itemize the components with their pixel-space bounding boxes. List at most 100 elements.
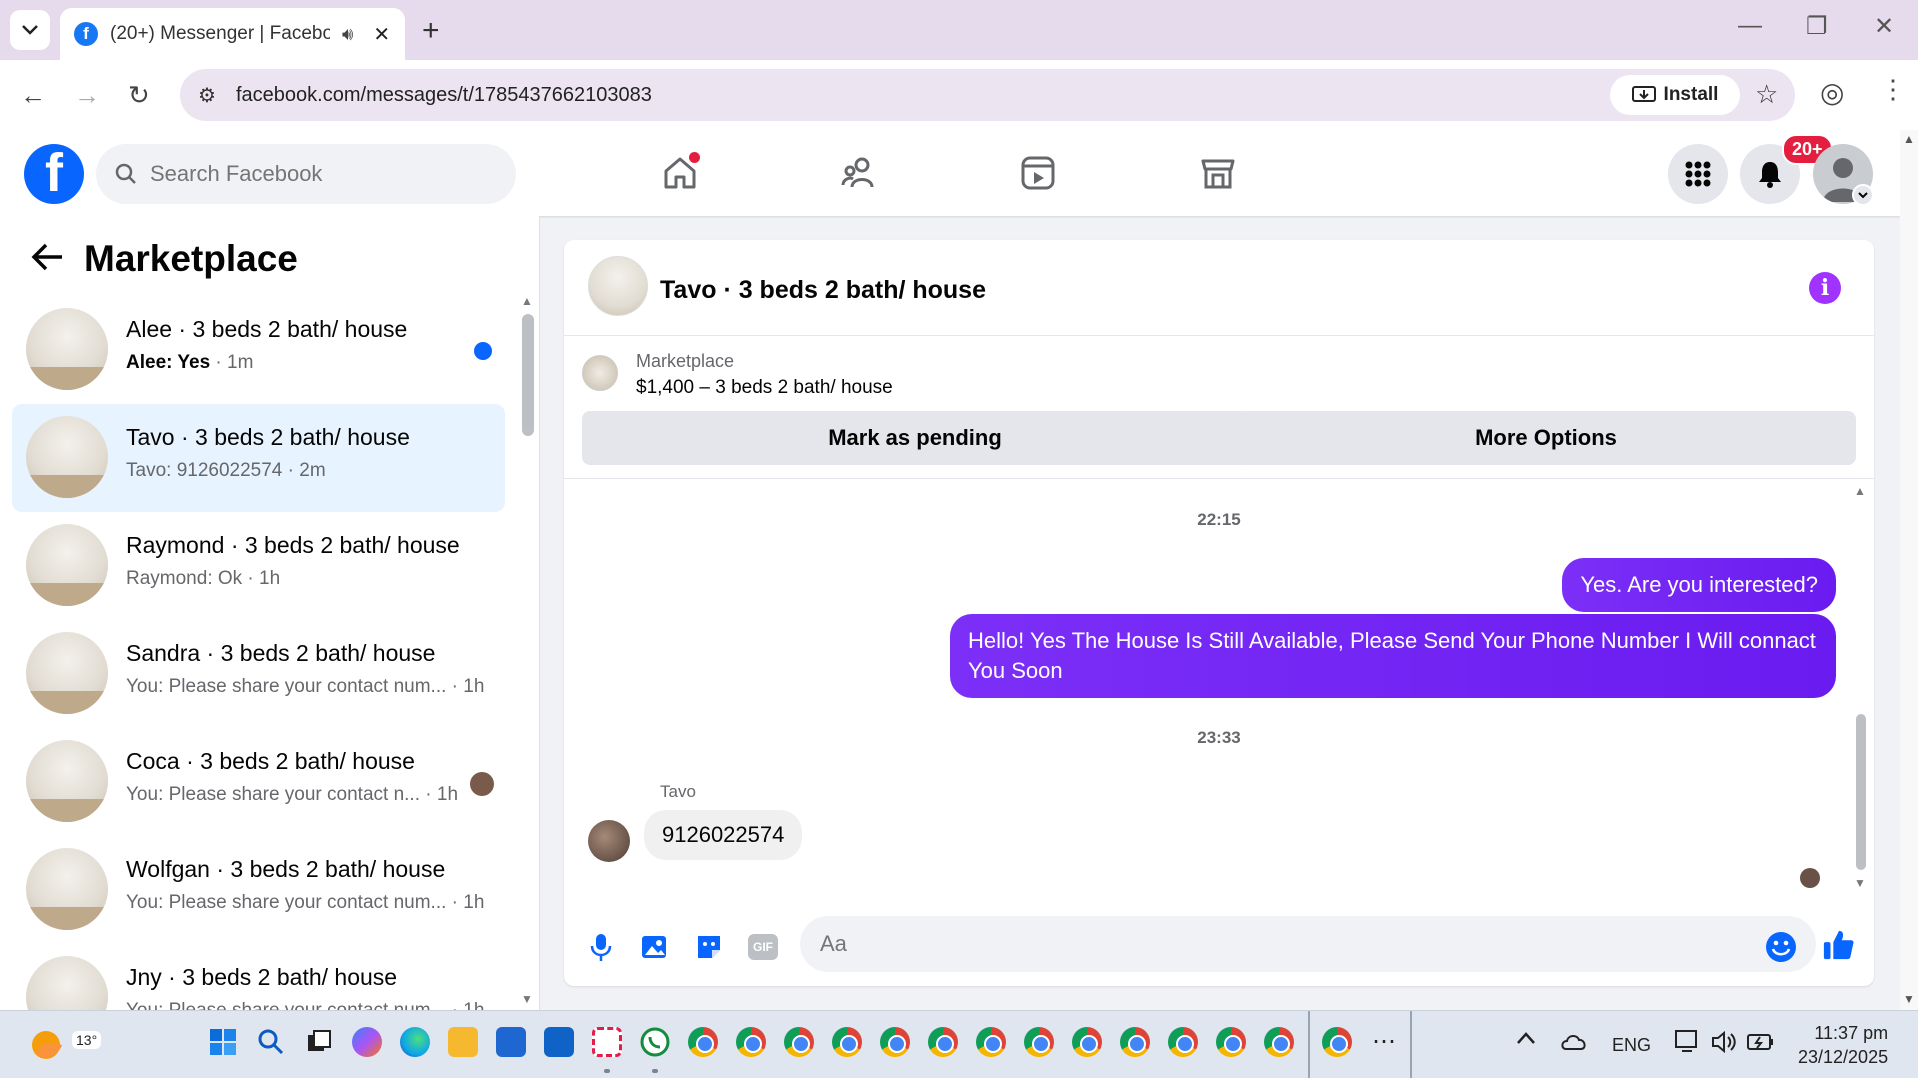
chrome-active-window-icon[interactable] xyxy=(1322,1027,1352,1057)
sender-avatar[interactable] xyxy=(588,820,630,862)
gif-icon[interactable]: GIF xyxy=(746,930,780,964)
outgoing-message[interactable]: Yes. Are you interested? xyxy=(1562,558,1836,612)
install-app-button[interactable]: Install xyxy=(1610,75,1740,115)
info-icon[interactable]: i xyxy=(1809,272,1841,304)
weather-widget[interactable]: 13° xyxy=(28,1023,102,1063)
onedrive-cloud-icon[interactable] xyxy=(1560,1031,1588,1056)
chrome-window-9-icon[interactable] xyxy=(1072,1027,1102,1057)
chat-title[interactable]: Tavo · 3 beds 2 bath/ house xyxy=(660,276,986,305)
restore-button[interactable]: ❐ xyxy=(1806,12,1828,41)
back-button[interactable]: ← xyxy=(20,80,46,111)
emoji-icon[interactable] xyxy=(1764,930,1798,964)
url-text[interactable]: facebook.com/messages/t/1785437662103083 xyxy=(236,84,652,107)
outgoing-message[interactable]: Hello! Yes The House Is Still Available,… xyxy=(950,614,1836,698)
page-scrollbar[interactable]: ▲ ▼ xyxy=(1900,130,1918,1010)
chrome-window-6-icon[interactable] xyxy=(928,1027,958,1057)
volume-icon[interactable] xyxy=(1710,1029,1738,1060)
search-input[interactable] xyxy=(150,161,480,187)
conversation-name: Raymond · 3 beds 2 bath/ house xyxy=(126,532,460,558)
snipping-tool-icon[interactable] xyxy=(592,1027,622,1057)
nav-friends[interactable] xyxy=(830,150,890,196)
photo-icon[interactable] xyxy=(638,930,672,964)
whatsapp-icon[interactable] xyxy=(640,1027,670,1057)
conversation-item-wolfgan[interactable]: Wolfgan · 3 beds 2 bath/ house You: Plea… xyxy=(12,836,505,944)
conversation-item-alee[interactable]: Alee · 3 beds 2 bath/ house Alee: Yes · … xyxy=(12,296,505,404)
task-view-icon[interactable] xyxy=(304,1027,334,1057)
mark-as-pending-button[interactable]: Mark as pending xyxy=(582,411,1248,465)
page-scroll-down-icon[interactable]: ▼ xyxy=(1903,992,1915,1006)
chat-scroll-down-icon[interactable]: ▼ xyxy=(1854,876,1866,890)
chrome-window-12-icon[interactable] xyxy=(1216,1027,1246,1057)
site-info-icon[interactable]: ⚙ xyxy=(198,83,216,108)
conversation-item-sandra[interactable]: Sandra · 3 beds 2 bath/ house You: Pleas… xyxy=(12,620,505,728)
account-dropdown-icon[interactable] xyxy=(1852,184,1874,206)
chrome-window-2-icon[interactable] xyxy=(736,1027,766,1057)
edge-icon[interactable] xyxy=(400,1027,430,1057)
taskbar-search-icon[interactable] xyxy=(256,1027,286,1057)
forward-button[interactable]: → xyxy=(74,80,100,111)
scroll-up-arrow-icon[interactable]: ▲ xyxy=(521,294,533,308)
language-indicator[interactable]: ENG xyxy=(1612,1035,1651,1056)
listing-thumbnail[interactable] xyxy=(582,355,618,391)
conversation-item-coca[interactable]: Coca · 3 beds 2 bath/ house You: Please … xyxy=(12,728,505,836)
conversation-item-raymond[interactable]: Raymond · 3 beds 2 bath/ house Raymond: … xyxy=(12,512,505,620)
chrome-window-13-icon[interactable] xyxy=(1264,1027,1294,1057)
listing-price[interactable]: $1,400 – 3 beds 2 bath/ house xyxy=(636,377,893,399)
new-tab-button[interactable]: + xyxy=(422,14,440,48)
thumbs-up-icon[interactable] xyxy=(1822,928,1856,962)
chrome-window-4-icon[interactable] xyxy=(832,1027,862,1057)
start-button[interactable] xyxy=(208,1027,238,1057)
chrome-window-7-icon[interactable] xyxy=(976,1027,1006,1057)
reload-button[interactable]: ↻ xyxy=(128,80,150,111)
close-tab-icon[interactable]: ✕ xyxy=(373,22,390,47)
incoming-message[interactable]: 9126022574 xyxy=(644,810,803,860)
system-clock[interactable]: 11:37 pm 23/12/2025 xyxy=(1798,1021,1888,1069)
profile-icon[interactable]: ◎ xyxy=(1820,76,1844,109)
seen-avatar xyxy=(470,772,494,796)
more-options-button[interactable]: More Options xyxy=(1236,411,1856,465)
facebook-logo[interactable]: f xyxy=(24,144,84,204)
browser-menu-icon[interactable]: ⋮ xyxy=(1880,74,1906,105)
chrome-window-8-icon[interactable] xyxy=(1024,1027,1054,1057)
chrome-window-1-icon[interactable] xyxy=(688,1027,718,1057)
message-input[interactable] xyxy=(800,916,1816,972)
chat-scroll-up-icon[interactable]: ▲ xyxy=(1854,484,1866,498)
conversation-item-jny[interactable]: Jny · 3 beds 2 bath/ house You: Please s… xyxy=(12,944,505,1010)
nav-video[interactable] xyxy=(1008,150,1068,196)
scroll-down-arrow-icon[interactable]: ▼ xyxy=(521,992,533,1006)
sidebar-scrollbar[interactable] xyxy=(522,314,534,436)
chrome-window-5-icon[interactable] xyxy=(880,1027,910,1057)
minimize-button[interactable]: — xyxy=(1738,12,1762,40)
nav-marketplace[interactable] xyxy=(1188,150,1248,196)
search-icon xyxy=(115,163,136,184)
network-icon[interactable] xyxy=(1674,1029,1702,1060)
sticker-icon[interactable] xyxy=(692,930,726,964)
back-arrow-icon[interactable] xyxy=(30,242,64,277)
copilot-icon[interactable] xyxy=(352,1027,382,1057)
chrome-window-11-icon[interactable] xyxy=(1168,1027,1198,1057)
more-apps-icon[interactable]: ⋯ xyxy=(1372,1027,1396,1056)
weather-sun-icon xyxy=(32,1031,62,1059)
outlook-icon[interactable] xyxy=(544,1027,574,1057)
chrome-window-10-icon[interactable] xyxy=(1120,1027,1150,1057)
store-icon[interactable] xyxy=(496,1027,526,1057)
bookmark-star-icon[interactable]: ☆ xyxy=(1755,79,1778,110)
chat-listing-thumbnail[interactable] xyxy=(588,256,648,316)
page-scroll-up-icon[interactable]: ▲ xyxy=(1903,132,1915,146)
chat-scrollbar[interactable] xyxy=(1856,714,1866,870)
tab-search-button[interactable] xyxy=(10,10,50,50)
message-timestamp: 22:15 xyxy=(1197,510,1241,529)
microphone-icon[interactable] xyxy=(584,930,618,964)
close-window-button[interactable]: ✕ xyxy=(1874,12,1894,41)
speaker-icon[interactable]: 🔊︎ xyxy=(342,24,353,45)
nav-home[interactable] xyxy=(650,150,710,196)
file-explorer-icon[interactable] xyxy=(448,1027,478,1057)
address-bar[interactable]: ⚙ facebook.com/messages/t/17854376621030… xyxy=(180,69,1795,121)
browser-tab-messenger[interactable]: f (20+) Messenger | Facebook 🔊︎ ✕ xyxy=(60,8,405,60)
facebook-search[interactable] xyxy=(96,144,516,204)
menu-grid-button[interactable] xyxy=(1668,144,1728,204)
battery-icon[interactable] xyxy=(1746,1029,1776,1060)
conversation-item-tavo[interactable]: Tavo · 3 beds 2 bath/ house Tavo: 912602… xyxy=(12,404,505,512)
chrome-window-3-icon[interactable] xyxy=(784,1027,814,1057)
show-hidden-icons-chevron-icon[interactable] xyxy=(1516,1031,1536,1050)
